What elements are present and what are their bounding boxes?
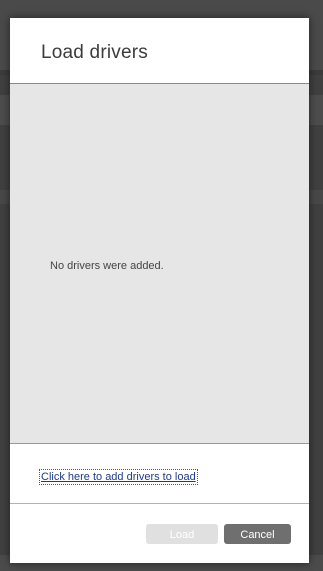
add-drivers-link[interactable]: Click here to add drivers to load	[39, 469, 198, 485]
empty-list-message: No drivers were added.	[50, 260, 164, 272]
cancel-button[interactable]: Cancel	[224, 524, 291, 544]
dialog-title: Load drivers	[41, 42, 148, 63]
dialog-header: Load drivers	[10, 18, 309, 84]
load-drivers-button[interactable]: Load drivers	[146, 524, 218, 561]
load-drivers-dialog: Load drivers No drivers were added. Clic…	[10, 18, 309, 563]
driver-list: No drivers were added.	[10, 84, 309, 444]
footer-divider	[10, 503, 309, 504]
